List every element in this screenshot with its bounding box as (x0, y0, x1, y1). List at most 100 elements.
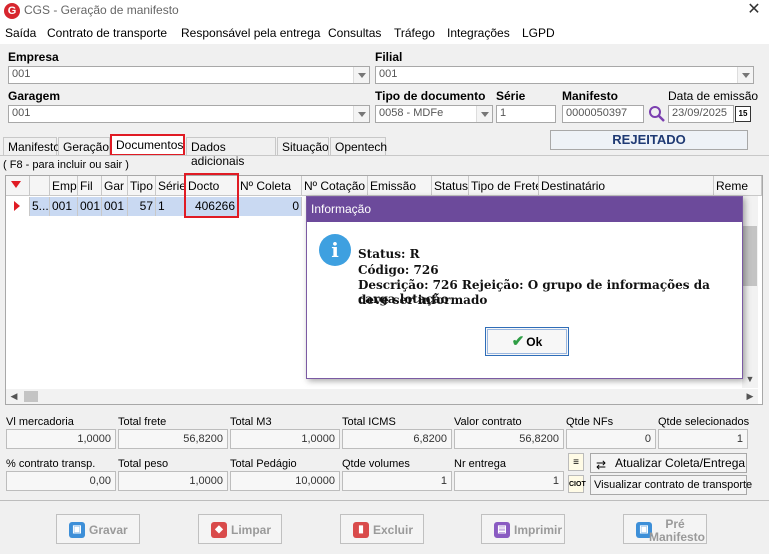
dialog-status-line: Status: R (358, 247, 420, 261)
hscroll-thumb[interactable] (24, 391, 38, 402)
total-pedagio-value: 10,0000 (230, 471, 340, 491)
atualizar-coleta-label: Atualizar Coleta/Entrega (615, 456, 746, 470)
serie-input[interactable]: 1 (496, 105, 556, 123)
atualizar-coleta-button[interactable]: ⇄ Atualizar Coleta/Entrega (590, 453, 747, 473)
chevron-down-icon[interactable] (476, 106, 492, 122)
info-dialog: Informação i Status: R Código: 726 Descr… (306, 196, 743, 379)
visualizar-contrato-button[interactable]: Visualizar contrato de transporte (590, 475, 752, 495)
document-icon[interactable]: ≡ (568, 453, 584, 471)
grid-cell-fil[interactable]: 001 (78, 197, 102, 216)
serie-label: Série (496, 89, 526, 103)
eraser-icon: ◆ (211, 522, 227, 538)
grid-header-fil[interactable]: Fil (78, 176, 102, 196)
tipo-documento-value: 0058 - MDFe (379, 107, 444, 119)
grid-header-destinatario[interactable]: Destinatário (539, 176, 714, 196)
calendar-icon[interactable]: 15 (735, 106, 751, 122)
ciot-icon[interactable]: CIOT (568, 475, 586, 493)
status-badge: REJEITADO (550, 130, 748, 150)
grid-cell-emp[interactable]: 001 (50, 197, 78, 216)
grid-cell-gar[interactable]: 001 (102, 197, 128, 216)
sort-down-icon (11, 181, 21, 188)
grid-header-tipo-frete[interactable]: Tipo de Frete (469, 176, 539, 196)
menu-bar: Saída Contrato de transporte Responsável… (0, 22, 769, 44)
menu-lgpd[interactable]: LGPD (522, 26, 555, 40)
menu-saida[interactable]: Saída (5, 26, 36, 40)
menu-contrato-transporte[interactable]: Contrato de transporte (47, 26, 167, 40)
highlight-box-docto (184, 173, 239, 218)
grid-cell-tipo[interactable]: 57 (128, 197, 156, 216)
check-icon: ✔ (511, 333, 525, 350)
grid-header-blank (30, 176, 50, 196)
grid-header-tipo[interactable]: Tipo (128, 176, 156, 196)
vertical-scrollbar[interactable]: ▼ (742, 196, 758, 388)
imprimir-button[interactable]: ▤ Imprimir (481, 514, 565, 544)
qtde-nfs-label: Qtde NFs (566, 416, 614, 428)
tab-divider (0, 155, 769, 156)
nr-entrega-value: 1 (454, 471, 564, 491)
scroll-down-icon[interactable]: ▼ (742, 372, 758, 387)
app-logo-icon: G (4, 3, 20, 19)
qtde-nfs-value: 0 (566, 429, 656, 449)
grid-header-cotacao[interactable]: Nº Cotação (302, 176, 368, 196)
grid-header-emissao[interactable]: Emissão (368, 176, 432, 196)
qtde-selecionados-value: 1 (658, 429, 748, 449)
tab-situacao[interactable]: Situação (277, 137, 329, 155)
chevron-down-icon[interactable] (353, 67, 369, 83)
horizontal-scrollbar[interactable]: ◀ ▶ (6, 389, 758, 404)
grid-header-serie[interactable]: Série (156, 176, 186, 196)
excluir-button[interactable]: ▮ Excluir (340, 514, 424, 544)
ok-label: Ok (526, 335, 543, 349)
grid-header-remetente[interactable]: Reme (714, 176, 762, 196)
dialog-code-line: Código: 726 (358, 263, 439, 277)
grid-cell-first[interactable]: 5... (30, 197, 50, 216)
pre-manifesto-button[interactable]: ▣ Pré Manifesto (623, 514, 707, 544)
scroll-left-icon[interactable]: ◀ (6, 389, 22, 404)
close-icon[interactable]: ✕ (744, 0, 764, 20)
total-peso-label: Total peso (118, 458, 169, 470)
menu-consultas[interactable]: Consultas (328, 26, 381, 40)
chevron-down-icon[interactable] (737, 67, 753, 83)
manifesto-label: Manifesto (562, 89, 619, 103)
menu-responsavel-entrega[interactable]: Responsável pela entrega (181, 26, 320, 40)
grid-header-coleta[interactable]: Nº Coleta (238, 176, 302, 196)
garagem-label: Garagem (8, 89, 61, 103)
limpar-button[interactable]: ◆ Limpar (198, 514, 282, 544)
tipo-documento-combo[interactable]: 0058 - MDFe (375, 105, 493, 123)
menu-integracoes[interactable]: Integrações (447, 26, 510, 40)
grid-header-gar[interactable]: Gar (102, 176, 128, 196)
grid-header-status[interactable]: Status (432, 176, 469, 196)
search-icon[interactable] (648, 104, 666, 124)
total-frete-label: Total frete (118, 416, 167, 428)
sort-header[interactable] (6, 176, 30, 196)
manifesto-input[interactable]: 0000050397 (562, 105, 644, 123)
tab-geracao[interactable]: Geração (58, 137, 110, 155)
chevron-down-icon[interactable] (353, 106, 369, 122)
gravar-button[interactable]: ▣ Gravar (56, 514, 140, 544)
tab-opentech[interactable]: Opentech (330, 137, 387, 155)
empresa-label: Empresa (8, 50, 59, 64)
total-icms-label: Total ICMS (342, 416, 396, 428)
trash-icon: ▮ (353, 522, 369, 538)
vl-mercadoria-label: Vl mercadoria (6, 416, 74, 428)
data-emissao-input[interactable]: 23/09/2025 (668, 105, 734, 123)
tab-dados-adicionais[interactable]: Dados adicionais (186, 137, 276, 168)
ok-button[interactable]: ✔ Ok (485, 327, 569, 356)
filial-combo[interactable]: 001 (375, 66, 754, 84)
grid-cell-coleta[interactable]: 0 (238, 197, 302, 216)
garagem-combo[interactable]: 001 (8, 105, 370, 123)
grid-header-emp[interactable]: Emp (50, 176, 78, 196)
menu-trafego[interactable]: Tráfego (394, 26, 435, 40)
scroll-right-icon[interactable]: ▶ (742, 389, 758, 404)
qtde-volumes-value: 1 (342, 471, 452, 491)
total-icms-value: 6,8200 (342, 429, 452, 449)
empresa-combo[interactable]: 001 (8, 66, 370, 84)
contrato-transp-value: 0,00 (6, 471, 116, 491)
tab-manifesto[interactable]: Manifesto (3, 137, 60, 155)
printer-icon: ▤ (494, 522, 510, 538)
scroll-thumb[interactable] (743, 226, 757, 286)
total-peso-value: 1,0000 (118, 471, 228, 491)
grid-cell-serie[interactable]: 1 (156, 197, 186, 216)
data-emissao-label: Data de emissão (668, 89, 759, 103)
total-pedagio-label: Total Pedágio (230, 458, 297, 470)
filial-label: Filial (375, 50, 403, 64)
